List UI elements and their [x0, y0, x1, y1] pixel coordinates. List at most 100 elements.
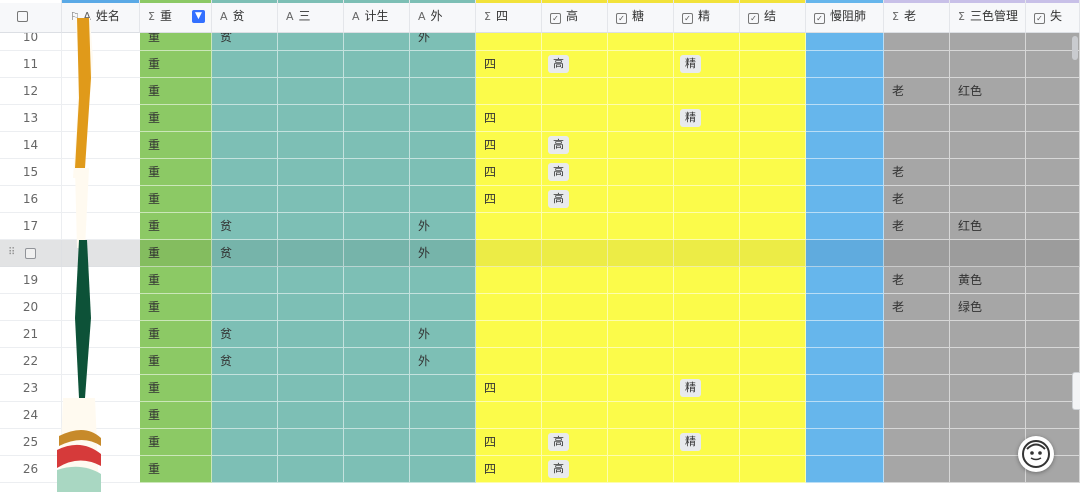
column-header-jing[interactable]: ✓ 精 — [674, 0, 740, 33]
cell-zhong[interactable]: 重 — [140, 321, 212, 348]
cell-name[interactable]: 德 — [62, 429, 149, 456]
cell-jie[interactable] — [740, 159, 806, 186]
cell-lao[interactable] — [884, 375, 950, 402]
cell-zhong[interactable]: 重 — [140, 294, 212, 321]
cell-lao[interactable]: 老 — [884, 78, 950, 105]
cell-san[interactable] — [278, 51, 344, 78]
cell-sanse[interactable] — [950, 348, 1026, 375]
cell-san[interactable] — [278, 132, 344, 159]
cell-shi[interactable] — [1026, 132, 1080, 159]
cell-si[interactable] — [476, 267, 542, 294]
cell-si[interactable] — [476, 348, 542, 375]
cell-sel[interactable]: 11 — [0, 51, 62, 78]
table-row[interactable]: 20 玲重 老绿色 — [0, 294, 1080, 321]
cell-jisheng[interactable] — [344, 51, 410, 78]
cell-wai[interactable] — [410, 186, 476, 213]
cell-jisheng[interactable] — [344, 186, 410, 213]
cell-lao[interactable] — [884, 132, 950, 159]
cell-san[interactable] — [278, 375, 344, 402]
cell-sanse[interactable] — [950, 375, 1026, 402]
cell-jing[interactable]: 精 — [674, 105, 740, 132]
cell-wai[interactable]: 外 — [410, 321, 476, 348]
cell-manzufei[interactable] — [806, 213, 884, 240]
cell-gao[interactable] — [542, 375, 608, 402]
table-row[interactable]: 19 万弟重 老黄色 — [0, 267, 1080, 294]
cell-manzufei[interactable] — [806, 51, 884, 78]
cell-jing[interactable] — [674, 267, 740, 294]
cell-lao[interactable] — [884, 402, 950, 429]
cell-shi[interactable] — [1026, 348, 1080, 375]
cell-lao[interactable] — [884, 348, 950, 375]
cell-pin[interactable]: 贫 — [212, 213, 278, 240]
cell-tang[interactable] — [608, 159, 674, 186]
cell-name[interactable]: 辉 — [62, 105, 149, 132]
cell-tang[interactable] — [608, 375, 674, 402]
cell-wai[interactable]: 外 — [410, 213, 476, 240]
cell-jisheng[interactable] — [344, 321, 410, 348]
cell-lao[interactable]: 老 — [884, 186, 950, 213]
cell-sel[interactable]: 21 — [0, 321, 62, 348]
cell-name[interactable]: 成 — [62, 348, 149, 375]
cell-si[interactable] — [476, 78, 542, 105]
cell-jing[interactable] — [674, 186, 740, 213]
cell-jie[interactable] — [740, 348, 806, 375]
cell-san[interactable] — [278, 78, 344, 105]
cell-sanse[interactable] — [950, 132, 1026, 159]
cell-pin[interactable] — [212, 186, 278, 213]
cell-shi[interactable] — [1026, 240, 1080, 267]
cell-gao[interactable] — [542, 240, 608, 267]
cell-wai[interactable] — [410, 429, 476, 456]
cell-sanse[interactable] — [950, 105, 1026, 132]
table-row[interactable]: 16 侠重 四高 老 — [0, 186, 1080, 213]
cell-jing[interactable] — [674, 213, 740, 240]
cell-jie[interactable] — [740, 402, 806, 429]
cell-si[interactable]: 四 — [476, 186, 542, 213]
cell-shi[interactable] — [1026, 213, 1080, 240]
table-row[interactable]: 17 侠重贫 外 老红色 — [0, 213, 1080, 240]
cell-pin[interactable] — [212, 456, 278, 483]
cell-lao[interactable] — [884, 51, 950, 78]
cell-zhong[interactable]: 重 — [140, 159, 212, 186]
cell-sanse[interactable] — [950, 402, 1026, 429]
cell-sel[interactable]: 16 — [0, 186, 62, 213]
cell-jisheng[interactable] — [344, 402, 410, 429]
cell-pin[interactable]: 贫 — [212, 240, 278, 267]
cell-gao[interactable] — [542, 321, 608, 348]
cell-san[interactable] — [278, 294, 344, 321]
table-row[interactable]: 12 建重 老红色 — [0, 78, 1080, 105]
cell-name[interactable]: 万弟 — [62, 267, 149, 294]
cell-shi[interactable] — [1026, 78, 1080, 105]
cell-name[interactable]: 侠 — [62, 213, 149, 240]
cell-jie[interactable] — [740, 294, 806, 321]
table-row[interactable]: 15 兰重 四高 老 — [0, 159, 1080, 186]
cell-jie[interactable] — [740, 132, 806, 159]
table-row[interactable]: 22 成重贫 外 — [0, 348, 1080, 375]
cell-pin[interactable] — [212, 132, 278, 159]
cell-wai[interactable] — [410, 375, 476, 402]
cell-tang[interactable] — [608, 105, 674, 132]
cell-si[interactable]: 四 — [476, 132, 542, 159]
cell-gao[interactable] — [542, 267, 608, 294]
column-header-name[interactable]: ⚐ A 姓名 — [62, 0, 140, 33]
cell-manzufei[interactable] — [806, 240, 884, 267]
cell-manzufei[interactable] — [806, 321, 884, 348]
cell-jisheng[interactable] — [344, 375, 410, 402]
table-row[interactable]: 23 重 四 精 — [0, 375, 1080, 402]
cell-pin[interactable] — [212, 267, 278, 294]
table-row[interactable]: 21 雷重贫 外 — [0, 321, 1080, 348]
cell-pin[interactable]: 贫 — [212, 348, 278, 375]
cell-si[interactable]: 四 — [476, 105, 542, 132]
cell-jing[interactable] — [674, 132, 740, 159]
cell-zhong[interactable]: 重 — [140, 375, 212, 402]
cell-sel[interactable]: 15 — [0, 159, 62, 186]
cell-name[interactable]: 巧 — [62, 456, 149, 483]
cell-name[interactable]: 侠 — [62, 186, 149, 213]
cell-sel[interactable]: 22 — [0, 348, 62, 375]
vertical-scrollbar[interactable] — [1072, 36, 1078, 60]
cell-pin[interactable]: 贫 — [212, 321, 278, 348]
cell-san[interactable] — [278, 321, 344, 348]
cell-jing[interactable]: 精 — [674, 51, 740, 78]
cell-jisheng[interactable] — [344, 105, 410, 132]
cell-lao[interactable] — [884, 321, 950, 348]
cell-name[interactable] — [62, 375, 149, 402]
